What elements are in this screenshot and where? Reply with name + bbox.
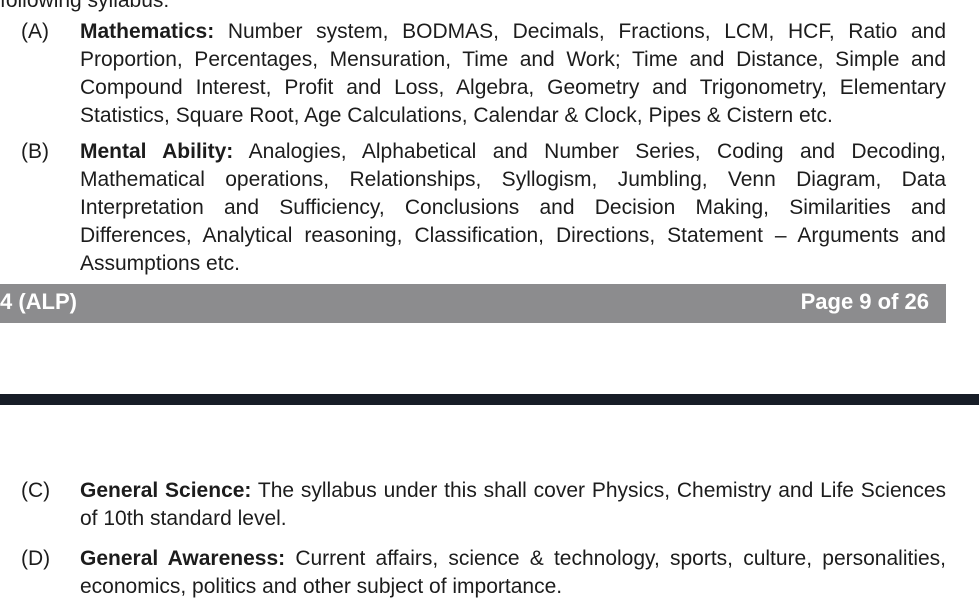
item-label: (B) xyxy=(21,140,49,163)
item-text: General Science: The syllabus under this… xyxy=(80,477,946,533)
item-title: General Awareness: xyxy=(80,547,286,570)
item-label: (C) xyxy=(21,479,51,502)
item-text: Mathematics: Number system, BODMAS, Deci… xyxy=(80,18,946,130)
footer-page-number: Page 9 of 26 xyxy=(800,289,929,314)
item-title: Mental Ability: xyxy=(80,140,234,163)
page-footer-bar: 4 (ALP) Page 9 of 26 xyxy=(0,284,946,323)
item-label: (D) xyxy=(21,547,51,570)
item-text: Mental Ability: Analogies, Alphabetical … xyxy=(80,138,946,278)
item-text: General Awareness: Current affairs, scie… xyxy=(80,545,946,601)
footer-doc-code: 4 (ALP) xyxy=(0,289,77,314)
item-title: General Science: xyxy=(80,479,252,502)
page-divider xyxy=(0,394,979,405)
item-label: (A) xyxy=(21,20,49,43)
item-title: Mathematics: xyxy=(80,20,215,43)
cut-off-intro-line: following syllabus: xyxy=(0,0,170,12)
